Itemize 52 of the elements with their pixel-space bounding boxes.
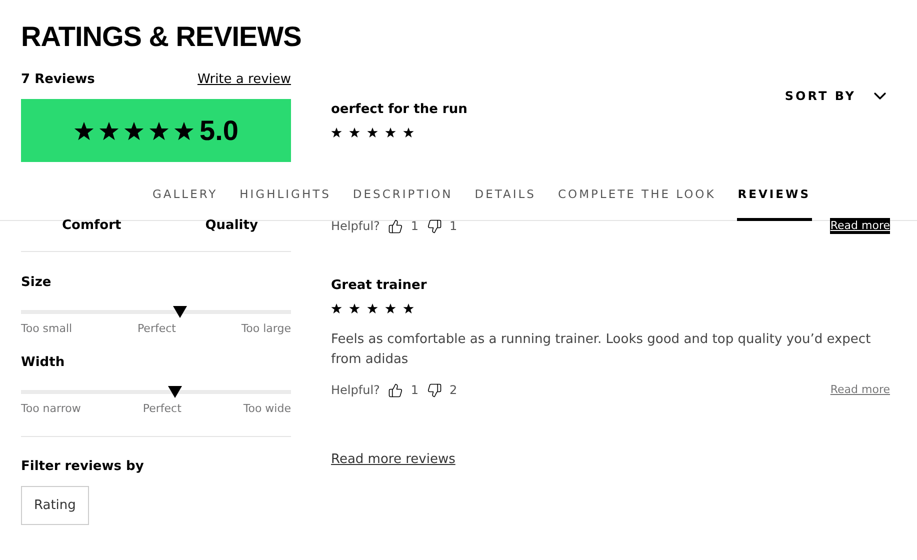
- star-icon: [367, 127, 378, 138]
- page-heading: RATINGS & REVIEWS: [21, 20, 302, 54]
- fit-title: Width: [21, 355, 66, 370]
- nav-tab[interactable]: DETAILS: [474, 170, 537, 221]
- star-icon: [385, 303, 396, 314]
- star-icon: [403, 127, 414, 138]
- star-icon: [74, 120, 94, 140]
- fit-title: Size: [21, 275, 52, 290]
- vote-count: 1: [410, 382, 419, 398]
- star-icon: [148, 120, 169, 140]
- vote-count: 1: [450, 218, 458, 234]
- helpful-label: Helpful?: [331, 218, 380, 234]
- thumbs-up-icon[interactable]: [388, 218, 403, 234]
- star-icon: [367, 303, 378, 314]
- sort-button[interactable]: SORT BY: [784, 86, 890, 106]
- star-icon: [124, 120, 144, 140]
- helpful-label: Helpful?: [331, 382, 380, 398]
- nav-tab[interactable]: DESCRIPTION: [352, 170, 454, 221]
- star-icon: [174, 120, 194, 140]
- fit-label: Too small: [21, 322, 72, 335]
- rating-label: Comfort: [62, 218, 122, 234]
- review-title: oerfect for the run: [331, 102, 468, 117]
- star-icon: [349, 127, 360, 138]
- read-more-reviews-link[interactable]: Read more reviews: [331, 452, 456, 467]
- rating-label: Quality: [205, 218, 258, 234]
- thumbs-up-icon[interactable]: [388, 382, 403, 398]
- vote-count: 2: [450, 382, 458, 398]
- star-icon: [385, 127, 396, 138]
- read-more-link[interactable]: Read more: [830, 218, 890, 234]
- fit-label: Perfect: [137, 322, 176, 335]
- star-icon: [403, 303, 414, 314]
- vote-count: 1: [410, 218, 419, 234]
- review-count: 7 Reviews: [21, 72, 95, 87]
- review-text: Feels as comfortable as a running trainer. Looks good and top quality you’d expect from adidas: [331, 331, 872, 369]
- score-value: 5.0: [200, 114, 238, 146]
- star-icon: [331, 303, 342, 314]
- nav-tab[interactable]: COMPLETE THE LOOK: [556, 170, 717, 221]
- read-more-link[interactable]: Read more: [830, 382, 890, 398]
- fit-label: Too wide: [243, 402, 291, 415]
- fit-label: Too narrow: [21, 402, 81, 415]
- thumbs-down-icon[interactable]: [426, 382, 442, 398]
- nav-tab[interactable]: REVIEWS: [736, 170, 812, 221]
- thumbs-down-icon[interactable]: [426, 218, 442, 234]
- fit-label: Perfect: [142, 402, 182, 415]
- review-title: Great trainer: [331, 278, 428, 293]
- fit-label: Too large: [241, 322, 291, 335]
- star-icon: [331, 127, 342, 138]
- write-review-link[interactable]: Write a review: [197, 72, 291, 87]
- star-icon: [349, 303, 360, 314]
- filter-button[interactable]: Rating: [21, 486, 89, 525]
- star-icon: [98, 120, 119, 140]
- filter-title: Filter reviews by: [21, 459, 145, 474]
